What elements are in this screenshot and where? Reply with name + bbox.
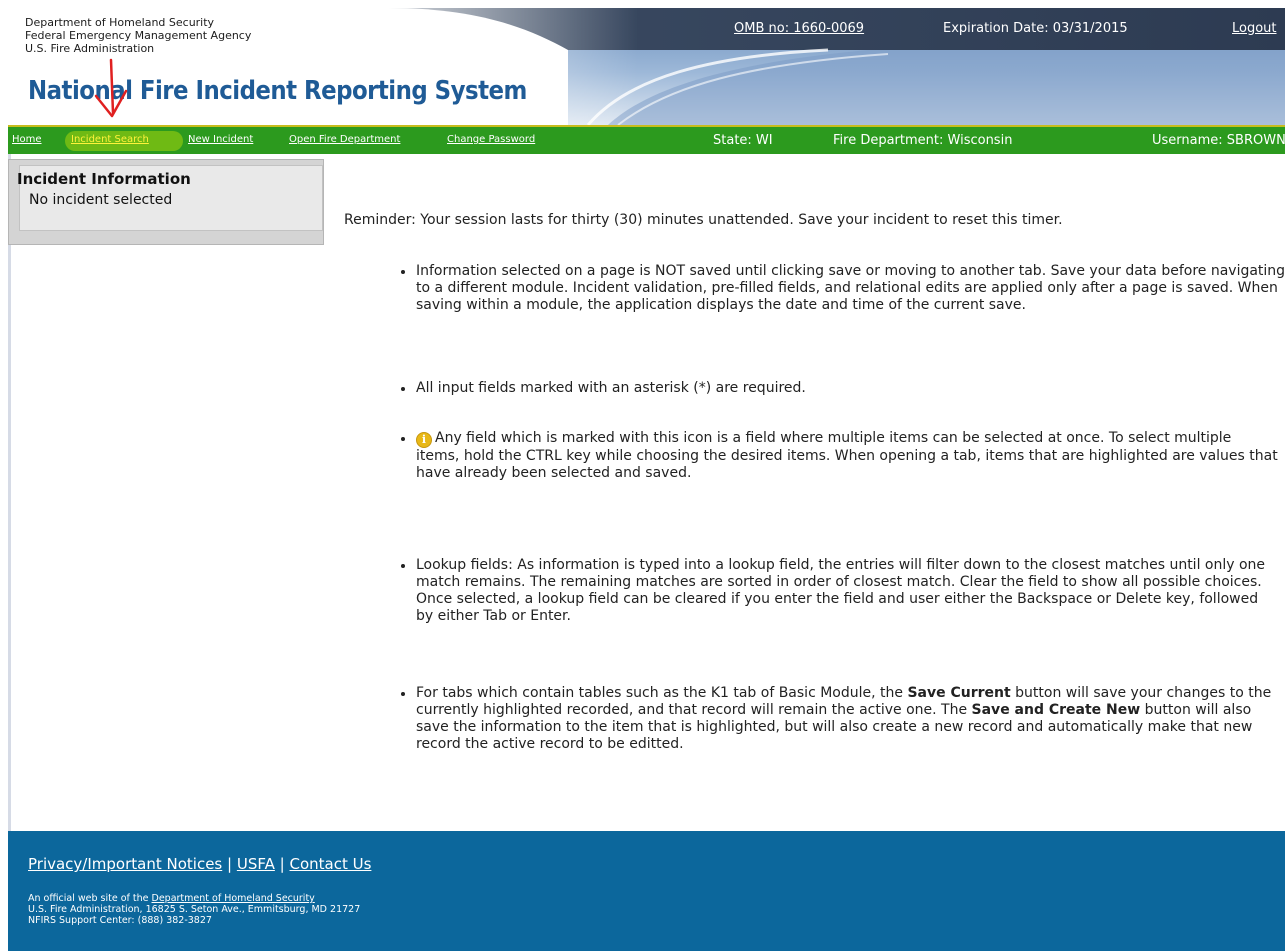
info-icon: i <box>416 432 432 448</box>
nav-link-home[interactable]: Home <box>12 134 42 145</box>
footer-separator: | <box>279 855 285 873</box>
incident-info-title: Incident Information <box>17 170 191 188</box>
nav-link-open-fire-department[interactable]: Open Fire Department <box>289 134 400 145</box>
username-indicator: Username: SBROWN <box>1152 133 1285 148</box>
site-footer: Privacy/Important Notices | USFA | Conta… <box>8 831 1285 951</box>
agency-name-usfa: U.S. Fire Administration <box>25 42 155 55</box>
help-bullet-tables-text-a: For tabs which contain tables such as th… <box>416 685 908 701</box>
omb-number-link[interactable]: OMB no: 1660-0069 <box>734 21 864 36</box>
footer-support-phone: NFIRS Support Center: (888) 382-3827 <box>28 915 212 926</box>
state-indicator: State: WI <box>713 133 773 148</box>
session-reminder: Reminder: Your session lasts for thirty … <box>344 212 1063 228</box>
help-bullet-save: Information selected on a page is NOT sa… <box>401 263 1285 314</box>
footer-address: U.S. Fire Administration, 16825 S. Seton… <box>28 904 361 915</box>
agency-name-dhs: Department of Homeland Security <box>25 16 215 29</box>
nav-link-change-password[interactable]: Change Password <box>447 134 535 145</box>
save-current-label: Save Current <box>907 685 1011 701</box>
footer-link-usfa[interactable]: USFA <box>237 855 275 873</box>
footer-links: Privacy/Important Notices | USFA | Conta… <box>28 855 371 873</box>
left-border <box>8 154 11 831</box>
footer-link-contact-us[interactable]: Contact Us <box>290 855 372 873</box>
footer-official-site-prefix: An official web site of the <box>28 893 152 904</box>
incident-info-status: No incident selected <box>29 192 173 208</box>
main-nav-bar: Home Incident Search New Incident Open F… <box>8 125 1285 154</box>
logout-link[interactable]: Logout <box>1232 21 1277 36</box>
help-bullet-required: All input fields marked with an asterisk… <box>401 380 1278 397</box>
footer-link-privacy[interactable]: Privacy/Important Notices <box>28 855 222 873</box>
help-bullet-tables: For tabs which contain tables such as th… <box>401 685 1278 753</box>
help-bullet-multiselect-text: Any field which is marked with this icon… <box>416 430 1278 481</box>
footer-link-dhs[interactable]: Department of Homeland Security <box>152 893 315 904</box>
annotation-arrow-icon <box>94 58 128 118</box>
incident-info-panel: Incident Information No incident selecte… <box>8 159 324 245</box>
site-header: Department of Homeland Security Federal … <box>8 8 1285 125</box>
help-bullet-list: Information selected on a page is NOT sa… <box>398 263 1285 752</box>
expiration-date: Expiration Date: 03/31/2015 <box>943 21 1128 36</box>
nav-link-new-incident[interactable]: New Incident <box>188 134 253 145</box>
fire-department-indicator: Fire Department: Wisconsin <box>833 133 1013 148</box>
save-and-create-new-label: Save and Create New <box>971 702 1141 718</box>
footer-official-site: An official web site of the Department o… <box>28 893 315 904</box>
help-bullet-lookup-clear-text: Once selected, a lookup field can be cle… <box>416 591 1259 624</box>
help-bullet-multiselect: i Any field which is marked with this ico… <box>401 430 1278 482</box>
agency-name-fema: Federal Emergency Management Agency <box>25 29 252 42</box>
footer-separator: | <box>227 855 233 873</box>
help-bullet-lookup: Lookup fields: As information is typed i… <box>401 557 1278 625</box>
help-bullet-lookup-text: Lookup fields: As information is typed i… <box>416 557 1266 590</box>
nav-link-incident-search[interactable]: Incident Search <box>71 134 149 145</box>
